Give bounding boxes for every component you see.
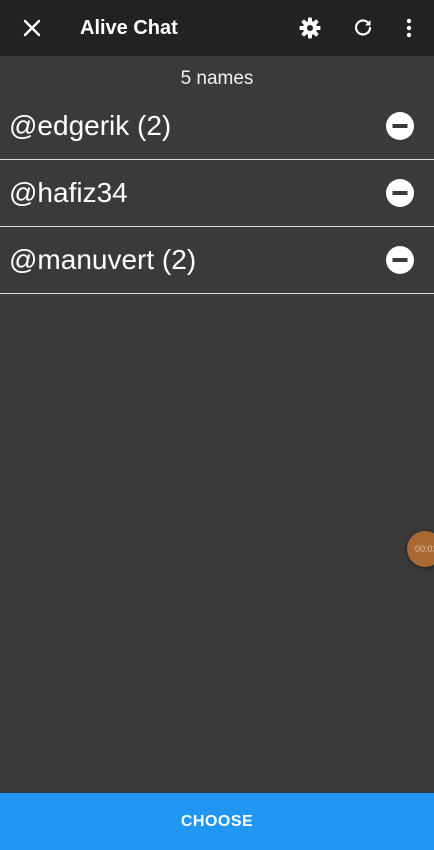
app-bar: Alive Chat (0, 0, 434, 56)
remove-circle-icon (386, 246, 414, 274)
names-list: @edgerik (2) @hafiz34 @manuvert (2) (0, 93, 434, 294)
remove-button[interactable] (386, 179, 414, 207)
floating-timer-bubble[interactable]: 00:03 (407, 531, 434, 567)
remove-button[interactable] (386, 246, 414, 274)
choose-button[interactable]: CHOOSE (0, 793, 434, 850)
remove-button[interactable] (386, 112, 414, 140)
close-icon (23, 19, 41, 37)
more-options-button[interactable] (389, 8, 429, 48)
settings-button[interactable] (290, 8, 330, 48)
list-item[interactable]: @manuvert (2) (0, 227, 434, 294)
list-item[interactable]: @hafiz34 (0, 160, 434, 227)
remove-circle-icon (386, 112, 414, 140)
list-item[interactable]: @edgerik (2) (0, 93, 434, 160)
more-vertical-icon (406, 18, 412, 38)
refresh-icon (354, 19, 372, 36)
app-title: Alive Chat (80, 17, 178, 39)
remove-circle-icon (386, 179, 414, 207)
refresh-button[interactable] (343, 8, 383, 48)
list-item-name: @edgerik (2) (9, 110, 172, 141)
list-item-name: @manuvert (2) (9, 244, 197, 275)
close-button[interactable] (12, 8, 52, 48)
list-item-name: @hafiz34 (9, 177, 128, 208)
app-screen: Alive Chat 5 names @edgerik (2) @hafiz34… (0, 0, 434, 850)
names-count: 5 names (180, 68, 254, 89)
gear-icon (299, 17, 321, 39)
